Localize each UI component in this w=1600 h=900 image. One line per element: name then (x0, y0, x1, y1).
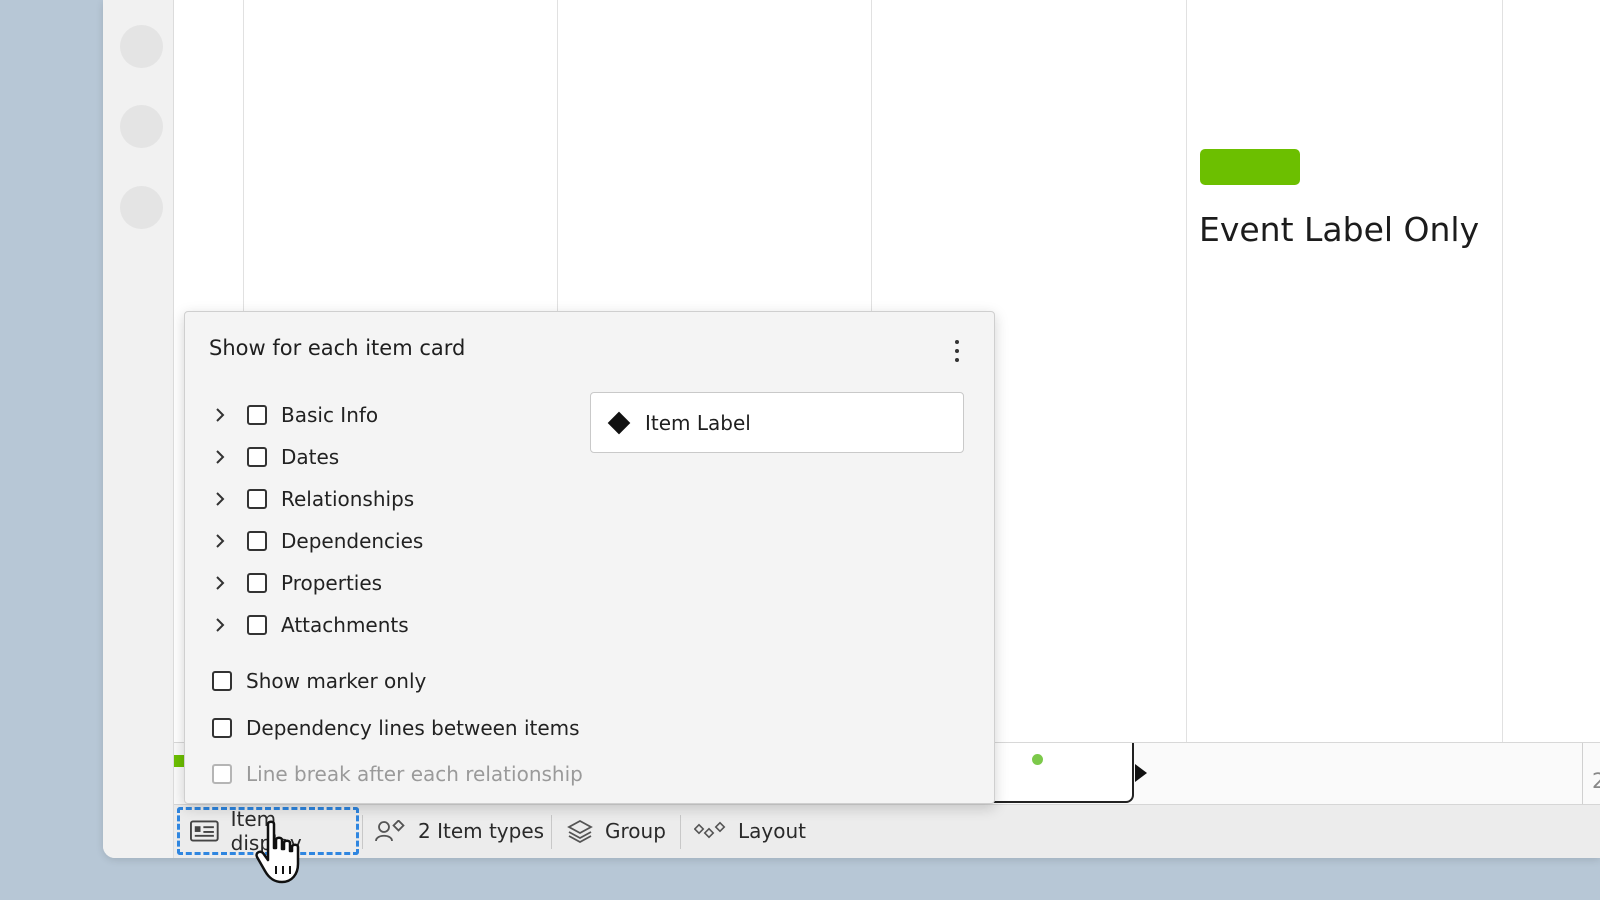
item-types-button[interactable]: 2 Item types (374, 807, 544, 855)
navigator-year-label-right: 2 (1592, 769, 1600, 793)
popup-title: Show for each item card (209, 336, 466, 360)
chevron-right-icon[interactable] (215, 534, 229, 548)
more-options-icon[interactable] (952, 338, 962, 364)
checkbox[interactable] (247, 573, 267, 593)
layers-icon (567, 819, 593, 843)
option-label: Show marker only (246, 669, 427, 693)
chevron-right-icon[interactable] (215, 576, 229, 590)
tree-item-relationships[interactable]: Relationships (215, 484, 414, 514)
tree-item-label: Relationships (281, 487, 415, 511)
item-label-field-card[interactable]: Item Label (590, 392, 964, 453)
chevron-right-icon[interactable] (215, 450, 229, 464)
bottom-toolbar: Item display 2 Item types Group Layout (174, 804, 1600, 858)
layout-button[interactable]: Layout (694, 807, 806, 855)
option-show-marker-only[interactable]: Show marker only (212, 666, 426, 696)
event-bar[interactable] (1200, 149, 1300, 185)
option-label: Dependency lines between items (246, 716, 580, 740)
checkbox[interactable] (247, 489, 267, 509)
grid-line (1502, 0, 1503, 742)
option-label: Line break after each relationship (246, 762, 583, 786)
tree-item-label: Attachments (281, 613, 409, 637)
tree-item-basic-info[interactable]: Basic Info (215, 400, 378, 430)
group-label: Group (605, 819, 666, 843)
checkbox[interactable] (247, 405, 267, 425)
item-types-icon (375, 820, 405, 842)
chevron-right-icon[interactable] (215, 408, 229, 422)
navigator-next-arrow-icon[interactable] (1135, 764, 1147, 782)
rail-button-1[interactable] (120, 25, 163, 68)
tree-item-label: Dependencies (281, 529, 424, 553)
tree-item-attachments[interactable]: Attachments (215, 610, 409, 640)
toolbar-divider (680, 815, 681, 849)
navigator-divider (1582, 743, 1583, 805)
rail-button-3[interactable] (120, 186, 163, 229)
chevron-right-icon[interactable] (215, 618, 229, 632)
hand-pointer-icon (255, 820, 300, 884)
checkbox[interactable] (212, 718, 232, 738)
tree-item-properties[interactable]: Properties (215, 568, 382, 598)
checkbox[interactable] (212, 671, 232, 691)
layout-label: Layout (738, 819, 806, 843)
tree-item-label: Basic Info (281, 403, 379, 427)
group-button[interactable]: Group (567, 807, 666, 855)
id-card-icon (190, 820, 219, 842)
tree-item-dependencies[interactable]: Dependencies (215, 526, 423, 556)
diamond-icon (607, 411, 631, 434)
item-display-popup: Show for each item card Basic Info Dates… (184, 311, 995, 804)
option-dependency-lines[interactable]: Dependency lines between items (212, 713, 580, 743)
rail-button-2[interactable] (120, 105, 163, 148)
option-line-break: Line break after each relationship (212, 759, 583, 789)
navigator-event-dot (1032, 754, 1043, 765)
toolbar-divider (551, 815, 552, 849)
chevron-right-icon[interactable] (215, 492, 229, 506)
tree-item-label: Properties (281, 571, 383, 595)
item-label-text: Item Label (645, 410, 751, 435)
checkbox[interactable] (247, 447, 267, 467)
grid-line (1186, 0, 1187, 742)
layout-icon (694, 821, 726, 839)
item-types-label: 2 Item types (418, 819, 545, 843)
tree-item-label: Dates (281, 445, 340, 469)
toolbar-divider (362, 815, 363, 849)
checkbox[interactable] (247, 531, 267, 551)
event-label[interactable]: Event Label Only (1199, 210, 1484, 249)
left-rail (103, 0, 174, 858)
navigator-event-marker (174, 755, 184, 767)
checkbox-disabled (212, 764, 232, 784)
tree-item-dates[interactable]: Dates (215, 442, 339, 472)
checkbox[interactable] (247, 615, 267, 635)
